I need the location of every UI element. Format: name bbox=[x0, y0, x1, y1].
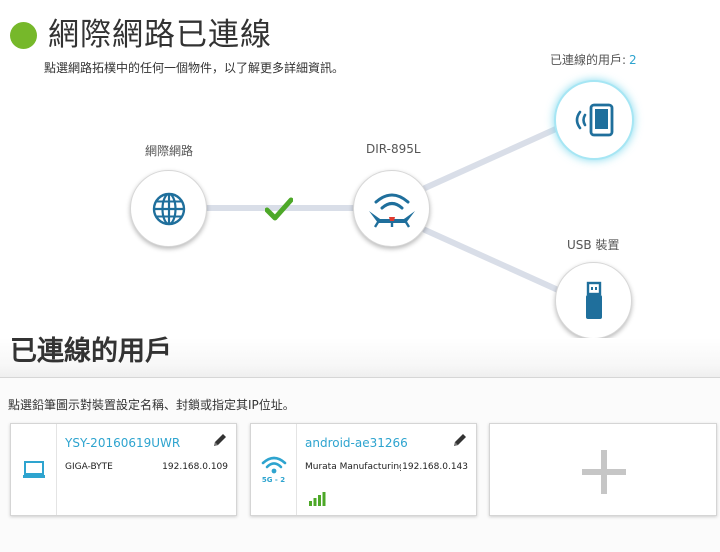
client-vendor: Murata Manufacturing bbox=[305, 462, 405, 472]
pencil-edit-icon[interactable] bbox=[212, 432, 228, 448]
client-name: android-ae31266 bbox=[305, 436, 408, 450]
globe-icon bbox=[152, 192, 185, 225]
connected-clients-text: 已連線的用戶: bbox=[550, 53, 627, 67]
wifi-icon bbox=[261, 456, 286, 474]
internet-node[interactable] bbox=[130, 170, 207, 247]
router-icon bbox=[368, 193, 415, 228]
connected-clients-node[interactable] bbox=[554, 80, 634, 160]
plus-icon bbox=[582, 450, 626, 494]
add-client-button[interactable] bbox=[489, 423, 717, 516]
client-card[interactable]: YSY-20160619UWR GIGA-BYTE 192.168.0.109 bbox=[10, 423, 237, 516]
laptop-icon bbox=[22, 460, 45, 478]
client-vendor: GIGA-BYTE bbox=[65, 462, 113, 472]
clients-section-subtitle: 點選鉛筆圖示對裝置設定名稱、封鎖或指定其IP位址。 bbox=[8, 398, 295, 412]
client-name: YSY-20160619UWR bbox=[65, 436, 181, 450]
usb-drive-icon bbox=[585, 281, 602, 319]
internet-label: 網際網路 bbox=[145, 144, 194, 158]
client-ip: 192.168.0.109 bbox=[161, 462, 228, 472]
router-usb-link bbox=[422, 227, 561, 293]
router-label: DIR-895L bbox=[366, 142, 421, 156]
checkmark-icon bbox=[265, 197, 293, 221]
connected-clients-count: 2 bbox=[629, 53, 637, 67]
usb-label: USB 裝置 bbox=[567, 238, 620, 252]
pencil-edit-icon[interactable] bbox=[452, 432, 468, 448]
client-card[interactable]: 5G - 2 android-ae31266 Murata Manufactur… bbox=[250, 423, 477, 516]
clients-section-title: 已連線的用戶 bbox=[10, 336, 172, 367]
client-icon-column: 5G - 2 bbox=[251, 424, 297, 515]
client-icon-column bbox=[11, 424, 57, 515]
signal-strength-icon bbox=[309, 492, 326, 506]
connected-clients-label: 已連線的用戶: 2 bbox=[550, 51, 637, 68]
client-ip: 192.168.0.143 bbox=[401, 462, 468, 472]
wireless-tablet-icon bbox=[575, 103, 614, 137]
router-node[interactable] bbox=[353, 170, 430, 247]
router-clients-link bbox=[422, 125, 561, 191]
usb-device-node[interactable] bbox=[555, 262, 632, 339]
wifi-band-label: 5G - 2 bbox=[261, 476, 286, 484]
